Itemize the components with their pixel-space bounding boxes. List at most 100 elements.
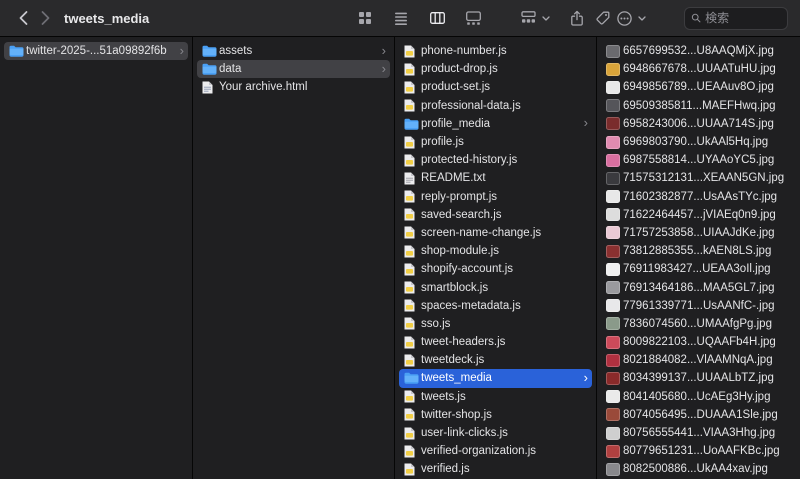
item-label: data: [219, 63, 242, 76]
file-row-verified-js[interactable]: verified.js: [399, 460, 592, 478]
item-label: 80779651231...UoAAFKBc.jpg: [623, 445, 780, 458]
folder-icon: [9, 45, 26, 57]
item-label: assets: [219, 45, 253, 58]
image-thumbnail: [606, 62, 620, 76]
file-row-professional-data-js[interactable]: professional-data.js: [399, 97, 592, 115]
file-row-verified-organization-js[interactable]: verified-organization.js: [399, 442, 592, 460]
file-row-spaces-metadata-js[interactable]: spaces-metadata.js: [399, 297, 592, 315]
file-row-73812885355-kaen8ls-jpg[interactable]: 73812885355...kAEN8LS.jpg: [601, 242, 796, 260]
file-row-80779651231-uoaafkbc-jpg[interactable]: 80779651231...UoAAFKBc.jpg: [601, 442, 796, 460]
list-view-button[interactable]: [388, 6, 414, 30]
image-thumbnail: [606, 353, 620, 367]
more-button[interactable]: [616, 6, 646, 30]
file-row-71602382877-usaastyc-jpg[interactable]: 71602382877...UsAAsTYc.jpg: [601, 188, 796, 206]
js-file-icon: [404, 226, 421, 239]
js-file-icon: [404, 136, 421, 149]
file-row-product-set-js[interactable]: product-set.js: [399, 78, 592, 96]
forward-button[interactable]: [34, 5, 56, 31]
folder-row-twitter-2025-51a09892f6b[interactable]: twitter-2025-...51a09892f6b ›: [4, 42, 188, 61]
item-label: README.txt: [421, 172, 486, 185]
folder-row-tweets-media[interactable]: tweets_media ›: [399, 369, 592, 388]
folder-row-data[interactable]: data ›: [197, 60, 390, 79]
file-row-8021884082-vlaamnqa-jpg[interactable]: 8021884082...VlAAMNqA.jpg: [601, 351, 796, 369]
file-row-user-link-clicks-js[interactable]: user-link-clicks.js: [399, 424, 592, 442]
tags-button[interactable]: [590, 6, 616, 30]
item-label: product-drop.js: [421, 63, 498, 76]
file-row-tweetdeck-js[interactable]: tweetdeck.js: [399, 351, 592, 369]
file-row-80756555441-viaa3hhg-jpg[interactable]: 80756555441...VIAA3Hhg.jpg: [601, 424, 796, 442]
item-label: 71757253858...UIAAJdKe.jpg: [623, 226, 775, 239]
icon-view-button[interactable]: [352, 6, 378, 30]
file-row-phone-number-js[interactable]: phone-number.js: [399, 42, 592, 60]
file-row-twitter-shop-js[interactable]: twitter-shop.js: [399, 406, 592, 424]
gallery-view-button[interactable]: [460, 6, 486, 30]
file-row-6987558814-uyaaoyc5-jpg[interactable]: 6987558814...UYAAoYC5.jpg: [601, 151, 796, 169]
js-file-icon: [404, 45, 421, 58]
file-row-8009822103-uqaafb4h-jpg[interactable]: 8009822103...UQAAFb4H.jpg: [601, 333, 796, 351]
column-view-button[interactable]: [424, 6, 450, 30]
search-field[interactable]: [684, 6, 788, 30]
file-row-shop-module-js[interactable]: shop-module.js: [399, 242, 592, 260]
file-row-8082500886-ukaa4xav-jpg[interactable]: 8082500886...UkAA4xav.jpg: [601, 460, 796, 478]
file-row-71622464457-jviaeq0n9-jpg[interactable]: 71622464457...jVIAEq0n9.jpg: [601, 206, 796, 224]
file-row-8034399137-uuaalbtz-jpg[interactable]: 8034399137...UUAALbTZ.jpg: [601, 369, 796, 387]
file-row-saved-search-js[interactable]: saved-search.js: [399, 206, 592, 224]
gallery-view-icon: [465, 11, 481, 25]
file-row-71575312131-xeaan5gn-jpg[interactable]: 71575312131...XEAAN5GN.jpg: [601, 169, 796, 187]
file-row-6969803790-ukaal5hq-jpg[interactable]: 6969803790...UkAAl5Hq.jpg: [601, 133, 796, 151]
file-row-profile-js[interactable]: profile.js: [399, 133, 592, 151]
chevron-right-icon: ›: [381, 42, 386, 58]
item-label: shop-module.js: [421, 245, 499, 258]
file-row-shopify-account-js[interactable]: shopify-account.js: [399, 260, 592, 278]
file-row-tweets-js[interactable]: tweets.js: [399, 388, 592, 406]
item-label: spaces-metadata.js: [421, 299, 521, 312]
item-label: 8074056495...DUAAA1Sle.jpg: [623, 408, 778, 421]
item-label: user-link-clicks.js: [421, 427, 508, 440]
column-3: phone-number.js product-drop.js product-se…: [395, 37, 597, 479]
file-row-6948667678-uuaatuhu-jpg[interactable]: 6948667678...UUAATuHU.jpg: [601, 60, 796, 78]
image-thumbnail: [606, 171, 620, 185]
file-row-readme-txt[interactable]: README.txt: [399, 169, 592, 187]
file-row-your-archive-html[interactable]: Your archive.html: [197, 78, 390, 96]
file-row-8041405680-ucaeg3hy-jpg[interactable]: 8041405680...UcAEg3Hy.jpg: [601, 388, 796, 406]
folder-row-profile-media[interactable]: profile_media ›: [399, 115, 592, 133]
grid-view-icon: [359, 12, 371, 24]
group-button[interactable]: [520, 6, 550, 30]
file-row-smartblock-js[interactable]: smartblock.js: [399, 278, 592, 296]
item-label: tweets_media: [421, 372, 492, 385]
js-file-icon: [404, 354, 421, 367]
item-label: 6657699532...U8AAQMjX.jpg: [623, 45, 774, 58]
image-thumbnail: [606, 262, 620, 276]
file-row-77961339771-usaanfc-jpg[interactable]: 77961339771...UsAANfC-.jpg: [601, 297, 796, 315]
item-label: professional-data.js: [421, 99, 521, 112]
file-row-71757253858-uiaajdke-jpg[interactable]: 71757253858...UIAAJdKe.jpg: [601, 224, 796, 242]
file-row-6958243006-uuaa714s-jpg[interactable]: 6958243006...UUAA714S.jpg: [601, 115, 796, 133]
file-row-6657699532-u8aaqmjx-jpg[interactable]: 6657699532...U8AAQMjX.jpg: [601, 42, 796, 60]
js-file-icon: [404, 81, 421, 94]
file-row-8074056495-duaaa1sle-jpg[interactable]: 8074056495...DUAAA1Sle.jpg: [601, 406, 796, 424]
item-label: smartblock.js: [421, 281, 489, 294]
image-thumbnail: [606, 390, 620, 404]
share-icon: [571, 10, 583, 26]
item-label: 6948667678...UUAATuHU.jpg: [623, 63, 776, 76]
ellipsis-circle-icon: [617, 10, 632, 26]
file-row-69509385811-maefhwq-jpg[interactable]: 69509385811...MAEFHwq.jpg: [601, 97, 796, 115]
file-row-sso-js[interactable]: sso.js: [399, 315, 592, 333]
js-file-icon: [404, 190, 421, 203]
folder-row-assets[interactable]: assets ›: [197, 42, 390, 60]
file-row-7836074560-umaafgpg-jpg[interactable]: 7836074560...UMAAfgPg.jpg: [601, 315, 796, 333]
item-label: product-set.js: [421, 81, 491, 94]
file-row-screen-name-change-js[interactable]: screen-name-change.js: [399, 224, 592, 242]
item-label: 8021884082...VlAAMNqA.jpg: [623, 354, 773, 367]
file-row-tweet-headers-js[interactable]: tweet-headers.js: [399, 333, 592, 351]
file-row-protected-history-js[interactable]: protected-history.js: [399, 151, 592, 169]
file-row-76911983427-ueaa3oil-jpg[interactable]: 76911983427...UEAA3oIl.jpg: [601, 260, 796, 278]
file-row-reply-prompt-js[interactable]: reply-prompt.js: [399, 188, 592, 206]
file-row-product-drop-js[interactable]: product-drop.js: [399, 60, 592, 78]
file-row-76913464186-maa5gl7-jpg[interactable]: 76913464186...MAA5GL7.jpg: [601, 278, 796, 296]
item-label: 69509385811...MAEFHwq.jpg: [623, 99, 776, 112]
file-row-6949856789-ueaauv8o-jpg[interactable]: 6949856789...UEAAuv8O.jpg: [601, 78, 796, 96]
share-button[interactable]: [564, 6, 590, 30]
back-button[interactable]: [12, 5, 34, 31]
search-input[interactable]: [705, 11, 781, 25]
